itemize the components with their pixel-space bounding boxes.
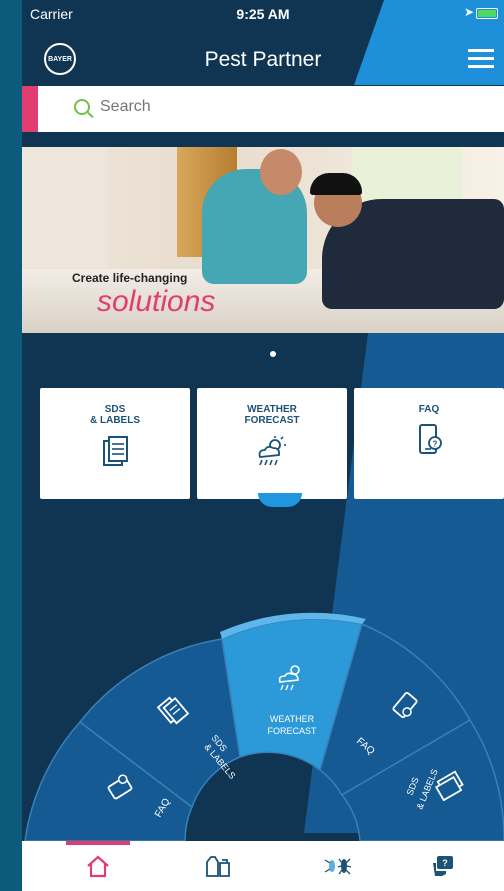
- home-icon: [87, 855, 109, 878]
- tile-label: SDS & LABELS: [90, 404, 140, 426]
- app-screen: Carrier 9:25 AM ➤ BAYER Pest Partner Cre…: [22, 0, 504, 891]
- banner-tagline: Create life-changing: [72, 271, 188, 285]
- banner-headline: solutions: [97, 285, 216, 318]
- location-icon: ➤: [463, 5, 474, 19]
- app-header: BAYER Pest Partner: [22, 40, 504, 80]
- tab-pests[interactable]: [298, 841, 378, 891]
- tile-faq[interactable]: FAQ ?: [354, 388, 504, 499]
- svg-text:?: ?: [442, 858, 448, 868]
- search-icon[interactable]: [74, 99, 90, 115]
- search-accent-bar: [22, 86, 38, 132]
- hero-banner[interactable]: Create life-changing solutions: [22, 147, 504, 333]
- carousel-page-indicator[interactable]: [270, 351, 276, 357]
- document-icon: [103, 436, 128, 466]
- products-icon: [206, 856, 230, 877]
- tile-label: FAQ: [418, 404, 440, 415]
- wheel-label-weather: WEATHER: [270, 714, 315, 724]
- battery-icon: [476, 8, 498, 19]
- phone-faq-icon: ?: [419, 424, 442, 454]
- tab-home[interactable]: [58, 841, 138, 891]
- tab-chat[interactable]: ?: [404, 841, 484, 891]
- tile-sds-labels[interactable]: SDS & LABELS: [40, 388, 190, 499]
- pests-icon: [324, 858, 352, 875]
- tile-highlight: [258, 493, 302, 507]
- svg-text:?: ?: [433, 440, 438, 449]
- tab-bar: ?: [22, 841, 504, 891]
- tab-products[interactable]: [178, 841, 258, 891]
- page-title: Pest Partner: [204, 48, 322, 71]
- hamburger-menu-icon[interactable]: [468, 46, 494, 72]
- tile-label: WEATHER FORECAST: [244, 404, 300, 426]
- tile-weather-forecast[interactable]: WEATHER FORECAST: [197, 388, 347, 499]
- status-bar: Carrier 9:25 AM ➤: [22, 0, 504, 26]
- quick-links: SDS & LABELS WEATHER FORECAST FAQ ?: [40, 388, 504, 500]
- status-time: 9:25 AM: [236, 6, 290, 22]
- search-input[interactable]: [100, 98, 400, 116]
- cap-image: [310, 173, 362, 195]
- wheel-label-forecast: FORECAST: [267, 726, 317, 736]
- search-bar: [22, 86, 504, 132]
- chat-icon: ?: [433, 856, 453, 876]
- weather-icon: [258, 436, 286, 466]
- technician-head-image: [260, 149, 302, 195]
- radial-menu: FAQ SDS & LABELS WEATHER FORECAST FAQ SD…: [24, 612, 504, 842]
